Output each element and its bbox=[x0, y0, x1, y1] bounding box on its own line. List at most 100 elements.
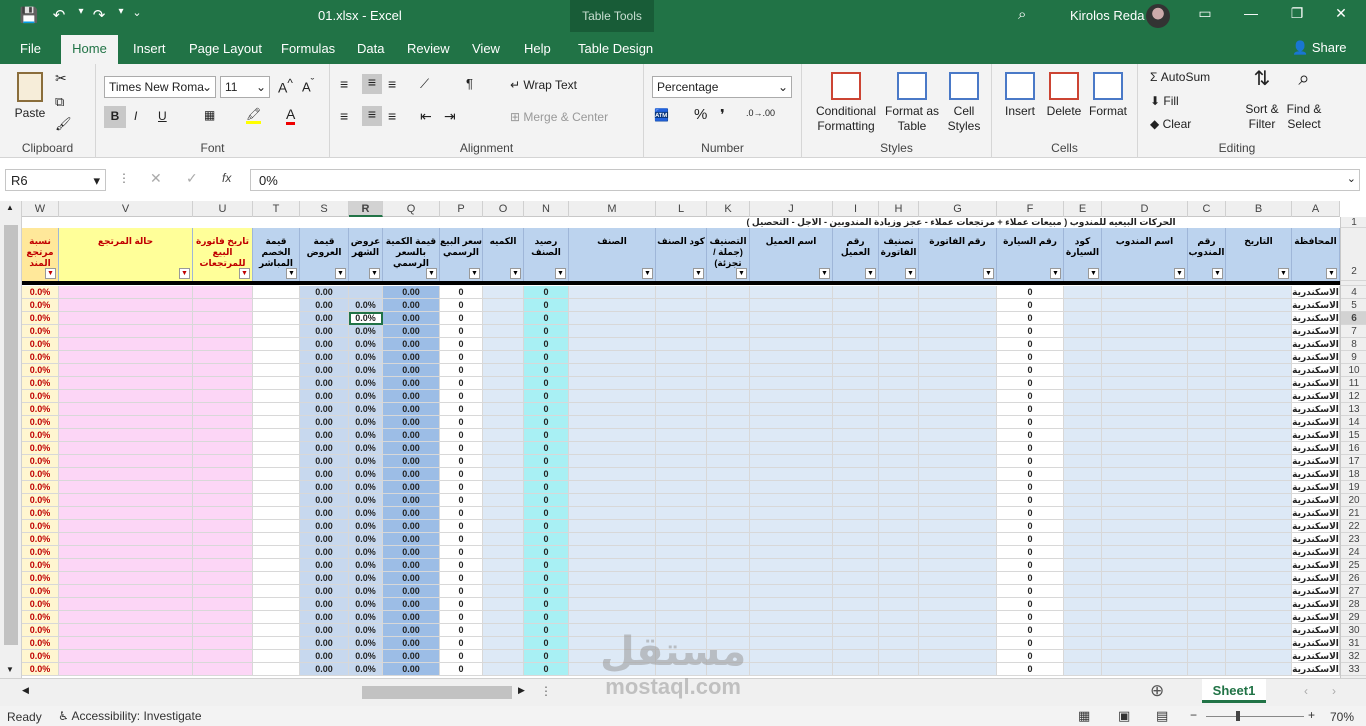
expand-formula-icon[interactable]: ⌄ bbox=[1347, 172, 1356, 185]
table-cell[interactable] bbox=[1102, 299, 1188, 312]
table-cell[interactable] bbox=[1226, 546, 1292, 559]
table-cell[interactable] bbox=[483, 325, 524, 338]
table-cell[interactable] bbox=[919, 442, 997, 455]
table-cell[interactable] bbox=[919, 416, 997, 429]
table-cell[interactable]: 0 bbox=[524, 637, 569, 650]
tab-help[interactable]: Help bbox=[524, 41, 551, 56]
table-cell[interactable] bbox=[59, 325, 193, 338]
prev-sheet-icon[interactable]: ‹ bbox=[1304, 684, 1308, 698]
table-cell[interactable]: 0.00 bbox=[383, 663, 440, 676]
row-header[interactable]: 13 bbox=[1341, 403, 1366, 416]
table-cell[interactable]: 0 bbox=[997, 611, 1064, 624]
filter-dropdown-icon[interactable]: ▼ bbox=[1278, 268, 1289, 279]
table-cell[interactable]: 0.0% bbox=[349, 624, 383, 637]
table-cell[interactable] bbox=[253, 312, 300, 325]
table-cell[interactable]: 0.0% bbox=[22, 325, 59, 338]
align-left-icon[interactable]: ≡ bbox=[340, 108, 348, 124]
table-cell[interactable] bbox=[833, 598, 879, 611]
table-cell[interactable] bbox=[919, 637, 997, 650]
table-cell[interactable] bbox=[919, 338, 997, 351]
table-cell[interactable]: 0 bbox=[440, 663, 483, 676]
column-header-j[interactable]: J bbox=[750, 201, 833, 217]
table-cell[interactable] bbox=[1188, 598, 1226, 611]
table-cell[interactable] bbox=[879, 572, 919, 585]
filter-dropdown-icon[interactable]: ▼ bbox=[642, 268, 653, 279]
orientation-icon[interactable]: ⟋ bbox=[420, 76, 429, 92]
table-cell[interactable] bbox=[193, 403, 253, 416]
table-cell[interactable]: 0.0% bbox=[349, 533, 383, 546]
table-cell[interactable] bbox=[656, 533, 707, 546]
table-cell[interactable] bbox=[833, 585, 879, 598]
undo-icon[interactable]: ↶ bbox=[48, 6, 70, 24]
table-cell[interactable] bbox=[879, 351, 919, 364]
table-cell[interactable] bbox=[1226, 481, 1292, 494]
table-cell[interactable]: 0 bbox=[997, 663, 1064, 676]
table-cell[interactable] bbox=[656, 416, 707, 429]
table-cell[interactable]: 0.00 bbox=[300, 585, 349, 598]
table-cell[interactable] bbox=[879, 546, 919, 559]
table-cell[interactable]: 0.00 bbox=[300, 364, 349, 377]
tab-data[interactable]: Data bbox=[357, 41, 384, 56]
table-cell[interactable] bbox=[253, 559, 300, 572]
table-cell[interactable] bbox=[193, 546, 253, 559]
table-cell[interactable] bbox=[919, 624, 997, 637]
table-cell[interactable]: 0.0% bbox=[349, 663, 383, 676]
table-cell[interactable] bbox=[59, 312, 193, 325]
filter-dropdown-icon[interactable]: ▼ bbox=[179, 268, 190, 279]
table-cell[interactable] bbox=[750, 611, 833, 624]
table-cell[interactable]: 0 bbox=[440, 325, 483, 338]
table-cell[interactable] bbox=[483, 403, 524, 416]
table-cell[interactable]: 0.0% bbox=[349, 598, 383, 611]
table-cell[interactable] bbox=[1102, 351, 1188, 364]
table-cell[interactable]: 0 bbox=[997, 416, 1064, 429]
table-cell[interactable] bbox=[919, 312, 997, 325]
table-cell[interactable] bbox=[707, 442, 750, 455]
table-cell[interactable] bbox=[1064, 572, 1102, 585]
table-cell[interactable] bbox=[569, 494, 656, 507]
table-cell[interactable] bbox=[59, 351, 193, 364]
header-cell[interactable]: قيمة العروض ▼ bbox=[300, 228, 349, 281]
column-header-m[interactable]: M bbox=[569, 201, 656, 217]
table-cell[interactable] bbox=[483, 650, 524, 663]
table-cell[interactable] bbox=[1226, 325, 1292, 338]
row-header[interactable]: 32 bbox=[1341, 650, 1366, 663]
table-cell[interactable] bbox=[833, 377, 879, 390]
table-cell[interactable] bbox=[1064, 598, 1102, 611]
cancel-icon[interactable]: ✕ bbox=[150, 170, 162, 187]
table-cell[interactable] bbox=[193, 585, 253, 598]
table-cell[interactable]: 0 bbox=[524, 299, 569, 312]
table-cell[interactable]: الاسكندرية bbox=[1292, 520, 1340, 533]
table-cell[interactable] bbox=[879, 533, 919, 546]
hscroll-thumb[interactable] bbox=[362, 686, 512, 699]
table-cell[interactable] bbox=[1102, 546, 1188, 559]
table-cell[interactable] bbox=[919, 533, 997, 546]
table-cell[interactable]: 0.00 bbox=[383, 390, 440, 403]
table-cell[interactable] bbox=[707, 286, 750, 299]
column-header-h[interactable]: H bbox=[879, 201, 919, 217]
table-cell[interactable]: 0.00 bbox=[383, 364, 440, 377]
table-cell[interactable]: 0 bbox=[440, 637, 483, 650]
table-cell[interactable] bbox=[1226, 455, 1292, 468]
table-cell[interactable]: 0 bbox=[440, 403, 483, 416]
table-cell[interactable] bbox=[656, 286, 707, 299]
filter-dropdown-icon[interactable]: ▼ bbox=[286, 268, 297, 279]
header-cell[interactable]: قيمة الخصم المباشر ▼ bbox=[253, 228, 300, 281]
header-cell[interactable]: الكميه ▼ bbox=[483, 228, 524, 281]
table-cell[interactable] bbox=[569, 364, 656, 377]
title-row-cell[interactable]: الحركات البيعيه للمندوب ( مبيعات عملاء +… bbox=[22, 217, 1340, 228]
table-cell[interactable] bbox=[253, 390, 300, 403]
row-header[interactable]: 24 bbox=[1341, 546, 1366, 559]
table-cell[interactable] bbox=[1064, 377, 1102, 390]
table-cell[interactable] bbox=[1226, 351, 1292, 364]
table-cell[interactable]: الاسكندرية bbox=[1292, 468, 1340, 481]
table-cell[interactable] bbox=[253, 455, 300, 468]
table-cell[interactable] bbox=[879, 663, 919, 676]
table-cell[interactable] bbox=[879, 377, 919, 390]
table-cell[interactable] bbox=[656, 325, 707, 338]
column-header-u[interactable]: U bbox=[193, 201, 253, 217]
table-cell[interactable]: 0 bbox=[440, 468, 483, 481]
table-cell[interactable] bbox=[750, 520, 833, 533]
conditional-formatting-button[interactable]: Conditional Formatting bbox=[810, 72, 882, 134]
table-cell[interactable]: 0 bbox=[524, 442, 569, 455]
italic-button[interactable]: I bbox=[134, 109, 137, 123]
